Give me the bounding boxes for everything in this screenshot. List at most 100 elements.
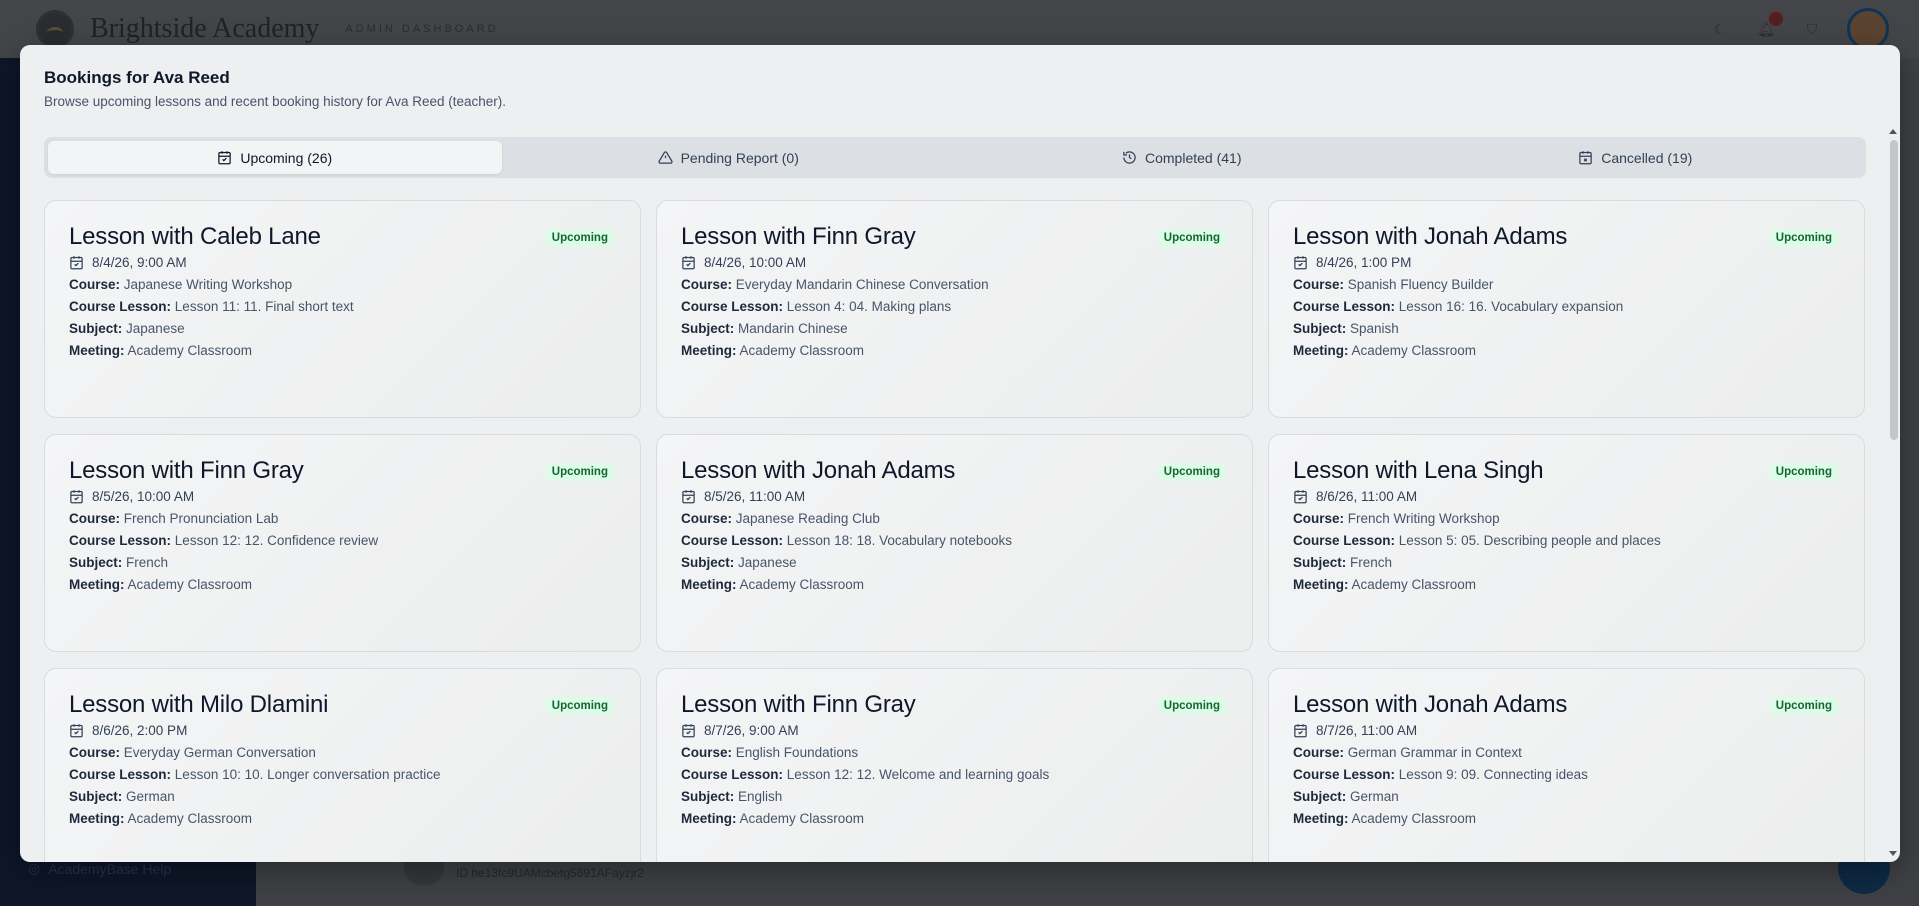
field-label: Subject: <box>1293 555 1347 570</box>
scroll-down-arrow[interactable] <box>1889 851 1897 856</box>
booking-card[interactable]: Lesson with Jonah Adams Upcoming 8/4/26,… <box>1268 200 1865 418</box>
field-value: French Writing Workshop <box>1347 511 1500 526</box>
course-field: Course: German Grammar in Context <box>1293 745 1840 760</box>
booking-card[interactable]: Lesson with Jonah Adams Upcoming 8/5/26,… <box>656 434 1253 652</box>
tab-pending-report[interactable]: Pending Report (0) <box>502 141 956 174</box>
shield-icon[interactable]: ⛉ <box>1801 18 1823 40</box>
field-label: Course Lesson: <box>681 767 784 782</box>
tab-label: Completed (41) <box>1145 149 1242 166</box>
field-label: Course: <box>69 745 121 760</box>
field-value: Lesson 9: 09. Connecting ideas <box>1398 767 1588 782</box>
meeting-field: Meeting: Academy Classroom <box>681 577 1228 592</box>
academy-logo-icon <box>36 10 74 48</box>
booking-card[interactable]: Lesson with Milo Dlamini Upcoming 8/6/26… <box>44 668 641 862</box>
course-lesson-field: Course Lesson: Lesson 16: 16. Vocabulary… <box>1293 299 1840 314</box>
booking-card[interactable]: Lesson with Finn Gray Upcoming 8/4/26, 1… <box>656 200 1253 418</box>
lesson-date-text: 8/4/26, 9:00 AM <box>92 255 187 270</box>
calendar-check-icon <box>1294 724 1307 738</box>
field-label: Subject: <box>1293 321 1347 336</box>
lesson-title: Lesson with Jonah Adams <box>681 457 956 484</box>
booking-card[interactable]: Lesson with Finn Gray Upcoming 8/5/26, 1… <box>44 434 641 652</box>
field-label: Course Lesson: <box>69 533 172 548</box>
field-label: Subject: <box>1293 789 1347 804</box>
help-icon: ◎ <box>28 860 41 876</box>
field-label: Course Lesson: <box>1293 533 1396 548</box>
subject-field: Subject: German <box>69 789 616 804</box>
user-avatar[interactable] <box>1847 8 1889 50</box>
history-icon <box>1123 151 1136 164</box>
booking-card[interactable]: Lesson with Jonah Adams Upcoming 8/7/26,… <box>1268 668 1865 862</box>
field-value: Academy Classroom <box>1351 811 1477 826</box>
status-badge: Upcoming <box>1769 697 1838 715</box>
tab-upcoming[interactable]: Upcoming (26) <box>48 141 502 174</box>
field-value: Everyday Mandarin Chinese Conversation <box>735 277 989 292</box>
field-label: Course: <box>69 277 121 292</box>
bell-icon[interactable]: 🔔︎ 3 <box>1755 12 1783 40</box>
calendar-check-icon <box>70 490 83 504</box>
subject-field: Subject: English <box>681 789 1228 804</box>
field-label: Course: <box>1293 745 1345 760</box>
field-value: Lesson 12: 12. Welcome and learning goal… <box>786 767 1050 782</box>
meeting-field: Meeting: Academy Classroom <box>69 811 616 826</box>
bookings-modal: Bookings for Ava Reed Browse upcoming le… <box>20 45 1900 862</box>
subject-field: Subject: Mandarin Chinese <box>681 321 1228 336</box>
calendar-check-icon <box>682 256 695 270</box>
field-value: Japanese Writing Workshop <box>123 277 293 292</box>
field-value: German <box>126 789 175 804</box>
field-value: Lesson 16: 16. Vocabulary expansion <box>1398 299 1624 314</box>
field-value: Japanese <box>126 321 185 336</box>
tab-completed[interactable]: Completed (41) <box>955 141 1409 174</box>
tab-cancelled[interactable]: Cancelled (19) <box>1409 141 1863 174</box>
scroll-up-arrow[interactable] <box>1889 129 1897 134</box>
field-value: Lesson 5: 05. Describing people and plac… <box>1398 533 1661 548</box>
field-label: Course Lesson: <box>681 533 784 548</box>
scrollbar-thumb[interactable] <box>1890 140 1898 440</box>
booking-card[interactable]: Lesson with Lena Singh Upcoming 8/6/26, … <box>1268 434 1865 652</box>
lesson-title: Lesson with Caleb Lane <box>69 223 321 250</box>
lesson-date-text: 8/6/26, 2:00 PM <box>92 723 188 738</box>
lesson-date: 8/4/26, 9:00 AM <box>69 255 616 270</box>
course-field: Course: French Writing Workshop <box>1293 511 1840 526</box>
course-lesson-field: Course Lesson: Lesson 12: 12. Welcome an… <box>681 767 1228 782</box>
field-label: Meeting: <box>69 811 125 826</box>
brand-name: Brightside Academy <box>90 13 320 44</box>
status-badge: Upcoming <box>1769 229 1838 247</box>
calendar-check-icon <box>682 490 695 504</box>
course-lesson-field: Course Lesson: Lesson 10: 10. Longer con… <box>69 767 616 782</box>
subject-field: Subject: French <box>69 555 616 570</box>
field-value: Everyday German Conversation <box>123 745 316 760</box>
field-value: Lesson 10: 10. Longer conversation pract… <box>174 767 441 782</box>
field-value: Academy Classroom <box>127 577 253 592</box>
field-value: Lesson 12: 12. Confidence review <box>174 533 379 548</box>
meeting-field: Meeting: Academy Classroom <box>69 577 616 592</box>
lesson-title: Lesson with Lena Singh <box>1293 457 1544 484</box>
field-label: Course: <box>681 277 733 292</box>
moon-icon[interactable]: ☾ <box>1709 18 1731 40</box>
lesson-date: 8/4/26, 1:00 PM <box>1293 255 1840 270</box>
field-label: Meeting: <box>1293 577 1349 592</box>
booking-card[interactable]: Lesson with Finn Gray Upcoming 8/7/26, 9… <box>656 668 1253 862</box>
field-label: Subject: <box>69 321 123 336</box>
course-lesson-field: Course Lesson: Lesson 18: 18. Vocabulary… <box>681 533 1228 548</box>
help-link[interactable]: ◎ AcademyBase Help <box>28 860 171 877</box>
meeting-field: Meeting: Academy Classroom <box>1293 577 1840 592</box>
tab-label: Upcoming (26) <box>240 149 333 166</box>
status-badge: Upcoming <box>1157 229 1226 247</box>
lesson-title: Lesson with Finn Gray <box>69 457 304 484</box>
field-value: Lesson 4: 04. Making plans <box>786 299 952 314</box>
meeting-field: Meeting: Academy Classroom <box>681 811 1228 826</box>
calendar-check-icon <box>1294 256 1307 270</box>
field-label: Meeting: <box>69 343 125 358</box>
booking-card[interactable]: Lesson with Caleb Lane Upcoming 8/4/26, … <box>44 200 641 418</box>
course-field: Course: Japanese Writing Workshop <box>69 277 616 292</box>
lesson-date: 8/6/26, 11:00 AM <box>1293 489 1840 504</box>
status-badge: Upcoming <box>1769 463 1838 481</box>
modal-description: Browse upcoming lessons and recent booki… <box>44 94 506 109</box>
field-label: Meeting: <box>1293 343 1349 358</box>
course-field: Course: Spanish Fluency Builder <box>1293 277 1840 292</box>
field-value: German Grammar in Context <box>1347 745 1522 760</box>
field-label: Course Lesson: <box>69 299 172 314</box>
subject-field: Subject: Spanish <box>1293 321 1840 336</box>
header-actions: ☾ 🔔︎ 3 ⛉ <box>1709 8 1889 50</box>
status-badge: Upcoming <box>545 697 614 715</box>
